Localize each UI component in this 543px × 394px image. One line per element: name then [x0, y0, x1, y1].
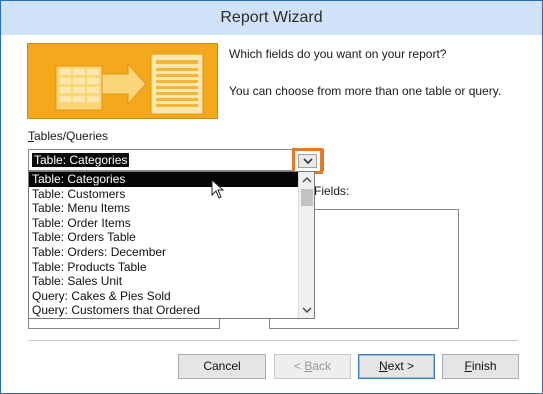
dropdown-list: Table: Categories Table: Customers Table…	[29, 172, 298, 318]
combobox-selected-value: Table: Categories	[32, 153, 130, 167]
chevron-down-icon	[303, 158, 313, 165]
footer-divider	[28, 340, 518, 341]
finish-button[interactable]: Finish	[442, 354, 519, 379]
dropdown-option[interactable]: Query: Cakes & Pies Sold	[29, 289, 298, 304]
report-wizard-window: Report Wizard Which fields do you want o…	[0, 0, 543, 394]
report-wizard-graphic	[27, 43, 218, 119]
finish-button-rest: inish	[471, 359, 497, 373]
dropdown-option[interactable]: Table: Sales Unit	[29, 274, 298, 289]
dropdown-option[interactable]: Table: Customers	[29, 187, 298, 202]
back-button-rest: ack	[312, 359, 332, 373]
tables-queries-combobox[interactable]: Table: Categories	[28, 149, 324, 171]
next-button-rest: ext >	[387, 359, 415, 373]
available-fields-label: Fields:	[314, 184, 350, 198]
window-title: Report Wizard	[220, 9, 323, 26]
dropdown-option[interactable]: Table: Products Table	[29, 260, 298, 275]
next-button-accel: N	[378, 359, 388, 373]
scroll-up-icon	[302, 177, 312, 183]
finish-button-accel: F	[464, 359, 472, 373]
dropdown-arrow-button[interactable]	[298, 154, 317, 168]
dropdown-option[interactable]: Table: Categories	[29, 172, 298, 187]
cancel-button[interactable]: Cancel	[178, 354, 266, 379]
tables-queries-label-rest: ables/Queries	[34, 129, 109, 143]
dropdown-scrollbar[interactable]	[298, 172, 314, 318]
dropdown-option[interactable]: Table: Menu Items	[29, 201, 298, 216]
dropdown-option[interactable]: Query: Customers that Ordered	[29, 303, 298, 318]
back-button[interactable]: < Back	[274, 354, 351, 379]
dropdown-option[interactable]: Table: Orders Table	[29, 230, 298, 245]
report-wizard-graphic-icon	[28, 44, 217, 118]
dropdown-option[interactable]: Table: Orders: December	[29, 245, 298, 260]
back-button-prefix: <	[293, 359, 305, 373]
scrollbar-thumb[interactable]	[301, 189, 313, 206]
intro-hint: You can choose from more than one table …	[229, 84, 502, 98]
tables-queries-label: Tables/Queries	[28, 129, 108, 143]
next-button[interactable]: Next >	[358, 354, 435, 379]
title-bar: Report Wizard	[1, 1, 542, 35]
dropdown-option[interactable]: Table: Order Items	[29, 216, 298, 231]
scroll-down-icon	[302, 307, 312, 313]
intro-question: Which fields do you want on your report?	[229, 47, 447, 61]
tables-queries-dropdown[interactable]: Table: Categories Table: Customers Table…	[28, 171, 315, 319]
scroll-down-button[interactable]	[299, 302, 315, 318]
mouse-pointer-icon	[211, 179, 225, 199]
scroll-up-button[interactable]	[299, 172, 315, 188]
